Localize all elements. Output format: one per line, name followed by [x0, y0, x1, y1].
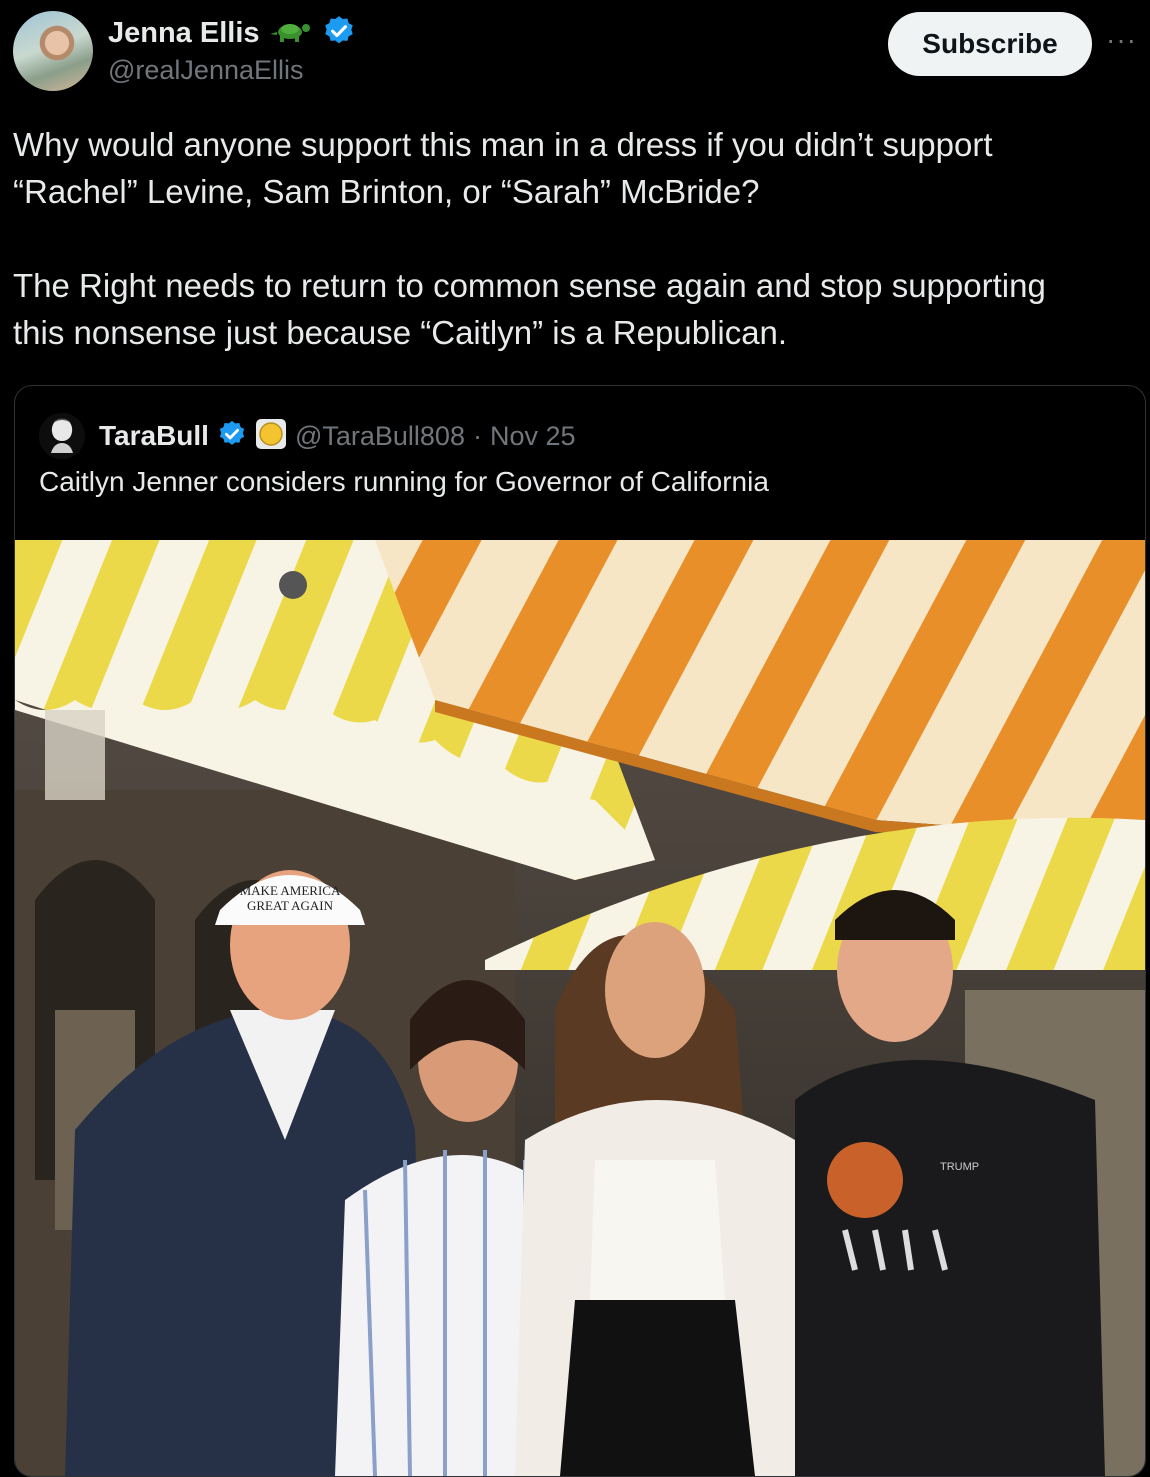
quoted-date[interactable]: Nov 25 — [490, 421, 576, 452]
subscribe-button[interactable]: Subscribe — [888, 12, 1092, 76]
more-options-icon[interactable]: ··· — [1106, 24, 1137, 56]
author-avatar[interactable] — [13, 11, 93, 91]
quoted-header: TaraBull @TaraBull808 · Nov 25 — [39, 413, 576, 459]
verified-badge-icon — [217, 419, 247, 454]
author-name-row: Jenna Ellis — [108, 14, 356, 53]
quoted-handle[interactable]: @TaraBull808 — [295, 421, 465, 452]
verified-badge-icon — [322, 14, 356, 53]
quoted-avatar[interactable] — [39, 413, 85, 459]
quoted-text: Caitlyn Jenner considers running for Gov… — [39, 466, 769, 497]
tweet-text: Why would anyone support this man in a d… — [13, 126, 1046, 351]
quoted-display-name[interactable]: TaraBull — [99, 420, 209, 452]
shirt-print-text: TRUMP — [940, 1161, 979, 1173]
quoted-photo[interactable]: MAKE AMERICA GREAT AGAIN TRUMP — [15, 540, 1145, 1476]
dot-separator: · — [472, 420, 482, 451]
yellow-circle-icon — [255, 418, 287, 455]
author-display-name[interactable]: Jenna Ellis — [108, 17, 260, 50]
hat-text-line1: MAKE AMERICA — [240, 883, 341, 898]
hat-text-line2: GREAT AGAIN — [247, 898, 334, 913]
turtle-icon — [268, 18, 314, 49]
author-handle[interactable]: @realJennaEllis — [108, 55, 304, 86]
quoted-tweet[interactable]: TaraBull @TaraBull808 · Nov 25 Caitlyn J… — [14, 385, 1146, 1477]
